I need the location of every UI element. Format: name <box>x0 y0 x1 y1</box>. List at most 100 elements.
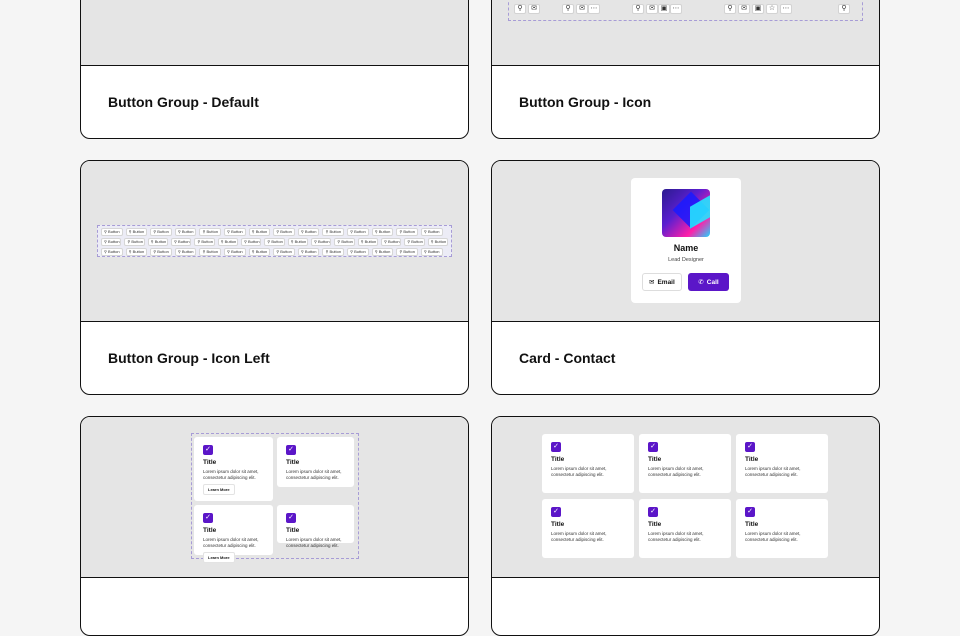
icon-left-button[interactable]: ⚲ Button <box>125 247 148 256</box>
icon-left-button[interactable]: ⚲ Button <box>101 227 123 236</box>
icon-left-button[interactable]: ⚲ Button <box>147 237 168 246</box>
learn-more-button[interactable]: Learn More <box>203 552 235 563</box>
component-card-feature-grid[interactable]: ✓ Title Lorem ipsum dolor sit amet, consec… <box>491 416 880 636</box>
tile-description: Lorem ipsum dolor sit amet, consectetur … <box>648 531 704 542</box>
icon-left-button[interactable]: ⚲ Button <box>174 227 197 236</box>
component-card-feature-tiles[interactable]: ✓ Title Lorem ipsum dolor sit amet, consec… <box>80 416 469 636</box>
icon-left-button[interactable]: ⚲ Button <box>334 237 355 246</box>
icon-left-button[interactable]: ⚲ Button <box>248 247 271 256</box>
icon-left-button[interactable]: ⚲ Button <box>396 227 418 236</box>
component-preview: ✓ Title Lorem ipsum dolor sit amet, consec… <box>81 417 468 578</box>
tile-title: Title <box>203 459 217 466</box>
icon-left-button[interactable]: ⚲ Button <box>310 237 332 246</box>
link-icon-button[interactable]: ⚲ <box>632 4 644 14</box>
component-title: Card - Contact <box>519 350 616 366</box>
checkbox-icon: ✓ <box>286 445 296 455</box>
icon-left-button[interactable]: ⚲ Button <box>199 227 222 236</box>
icon-left-button[interactable]: ⚲ Button <box>427 237 448 246</box>
icon-left-button[interactable]: ⚲ Button <box>371 227 394 236</box>
icon-left-button[interactable]: ⚲ Button <box>224 247 246 256</box>
icon-left-button[interactable]: ⚲ Button <box>150 247 172 256</box>
tile-description: Lorem ipsum dolor sit amet, consectetur … <box>203 469 259 480</box>
avatar <box>662 189 710 237</box>
mail-icon-button[interactable]: ✉ <box>528 4 540 14</box>
checkbox-icon: ✓ <box>745 442 755 452</box>
link-icon-button[interactable]: ⚲ <box>838 4 850 14</box>
icon-left-button[interactable]: ⚲ Button <box>357 237 378 246</box>
icon-left-button[interactable]: ⚲ Button <box>174 247 197 256</box>
tile-description: Lorem ipsum dolor sit amet, consectetur … <box>551 466 607 477</box>
learn-more-button[interactable]: Learn More <box>203 484 235 495</box>
more-icon-button[interactable]: ⋯ <box>588 4 600 14</box>
call-button[interactable]: ✆ Call <box>688 273 729 291</box>
feature-tile: ✓ Title Lorem ipsum dolor sit amet, consec… <box>542 434 634 493</box>
component-card-button-group-icon[interactable]: ⚲ ✉ ⚲ ✉ ⋯ ⚲ ✉ ▣ ⋯ ⚲ ✉ ▣ ☆ ⋯ ⚲ Button Group - Icon <box>491 0 880 139</box>
component-card-button-group-icon-left[interactable]: ⚲ Button ⚲ Button ⚲ Button ⚲ Button ⚲ Button… <box>80 160 469 395</box>
checkbox-icon: ✓ <box>551 442 561 452</box>
link-icon-button[interactable]: ⚲ <box>724 4 736 14</box>
feature-tile: ✓ Title Lorem ipsum dolor sit amet, consec… <box>277 505 354 548</box>
component-card-button-group-default[interactable]: Button Group - Default <box>80 0 469 139</box>
icon-left-button[interactable]: ⚲ Button <box>297 247 320 256</box>
tile-description: Lorem ipsum dolor sit amet, consectetur … <box>551 531 607 542</box>
icon-left-button[interactable]: ⚲ Button <box>396 247 418 256</box>
feature-tile: ✓ Title Lorem ipsum dolor sit amet, consec… <box>736 434 828 493</box>
checkbox-icon: ✓ <box>203 445 213 455</box>
tile-title: Title <box>551 456 565 463</box>
icon-left-button[interactable]: ⚲ Button <box>199 247 222 256</box>
tile-title: Title <box>551 521 565 528</box>
icon-left-button[interactable]: ⚲ Button <box>194 237 215 246</box>
tile-description: Lorem ipsum dolor sit amet, consectetur … <box>286 537 342 548</box>
icon-left-button[interactable]: ⚲ Button <box>404 237 425 246</box>
component-preview: ⚲ ✉ ⚲ ✉ ⋯ ⚲ ✉ ▣ ⋯ ⚲ ✉ ▣ ☆ ⋯ ⚲ <box>492 0 879 66</box>
copy-icon-button[interactable]: ▣ <box>752 4 764 14</box>
mail-icon-button[interactable]: ✉ <box>738 4 750 14</box>
mail-icon-button[interactable]: ✉ <box>646 4 658 14</box>
icon-left-button[interactable]: ⚲ Button <box>240 237 262 246</box>
tile-title: Title <box>203 527 217 534</box>
component-card-contact[interactable]: Name Lead Designer ✉ Email ✆ Call Card -… <box>491 160 880 395</box>
icon-left-button[interactable]: ⚲ Button <box>124 237 145 246</box>
tile-title: Title <box>648 456 662 463</box>
copy-icon-button[interactable]: ▣ <box>658 4 670 14</box>
icon-left-button[interactable]: ⚲ Button <box>420 247 443 256</box>
component-preview: ⚲ Button ⚲ Button ⚲ Button ⚲ Button ⚲ Button… <box>81 161 468 322</box>
checkbox-icon: ✓ <box>648 442 658 452</box>
feature-tile: ✓ Title Lorem ipsum dolor sit amet, consec… <box>639 434 731 493</box>
tile-description: Lorem ipsum dolor sit amet, consectetur … <box>286 469 342 480</box>
icon-left-button[interactable]: ⚲ Button <box>248 227 271 236</box>
icon-left-button[interactable]: ⚲ Button <box>264 237 285 246</box>
component-preview: Name Lead Designer ✉ Email ✆ Call <box>492 161 879 322</box>
icon-left-button[interactable]: ⚲ Button <box>170 237 192 246</box>
icon-left-button[interactable]: ⚲ Button <box>371 247 394 256</box>
icon-left-button[interactable]: ⚲ Button <box>322 247 345 256</box>
component-title: Button Group - Default <box>108 94 259 110</box>
icon-left-button[interactable]: ⚲ Button <box>347 247 369 256</box>
link-icon-button[interactable]: ⚲ <box>562 4 574 14</box>
more-icon-button[interactable]: ⋯ <box>670 4 682 14</box>
icon-left-button[interactable]: ⚲ Button <box>101 247 123 256</box>
email-button[interactable]: ✉ Email <box>642 273 682 291</box>
checkbox-icon: ✓ <box>551 507 561 517</box>
icon-left-button[interactable]: ⚲ Button <box>217 237 238 246</box>
more-icon-button[interactable]: ⋯ <box>780 4 792 14</box>
icon-left-button[interactable]: ⚲ Button <box>380 237 402 246</box>
icon-left-button[interactable]: ⚲ Button <box>287 237 308 246</box>
icon-left-button[interactable]: ⚲ Button <box>150 227 172 236</box>
checkbox-icon: ✓ <box>203 513 213 523</box>
icon-left-button[interactable]: ⚲ Button <box>297 227 320 236</box>
mail-icon: ✉ <box>649 279 655 286</box>
link-icon-button[interactable]: ⚲ <box>514 4 526 14</box>
icon-left-button[interactable]: ⚲ Button <box>273 227 295 236</box>
star-icon-button[interactable]: ☆ <box>766 4 778 14</box>
mail-icon-button[interactable]: ✉ <box>576 4 588 14</box>
feature-tile: ✓ Title Lorem ipsum dolor sit amet, consec… <box>736 499 828 558</box>
icon-left-button[interactable]: ⚲ Button <box>101 237 122 246</box>
icon-left-button[interactable]: ⚲ Button <box>125 227 148 236</box>
icon-left-button[interactable]: ⚲ Button <box>273 247 295 256</box>
icon-left-button[interactable]: ⚲ Button <box>322 227 345 236</box>
icon-left-button[interactable]: ⚲ Button <box>224 227 246 236</box>
icon-left-button[interactable]: ⚲ Button <box>347 227 369 236</box>
icon-left-button[interactable]: ⚲ Button <box>420 227 443 236</box>
tile-title: Title <box>286 459 300 466</box>
